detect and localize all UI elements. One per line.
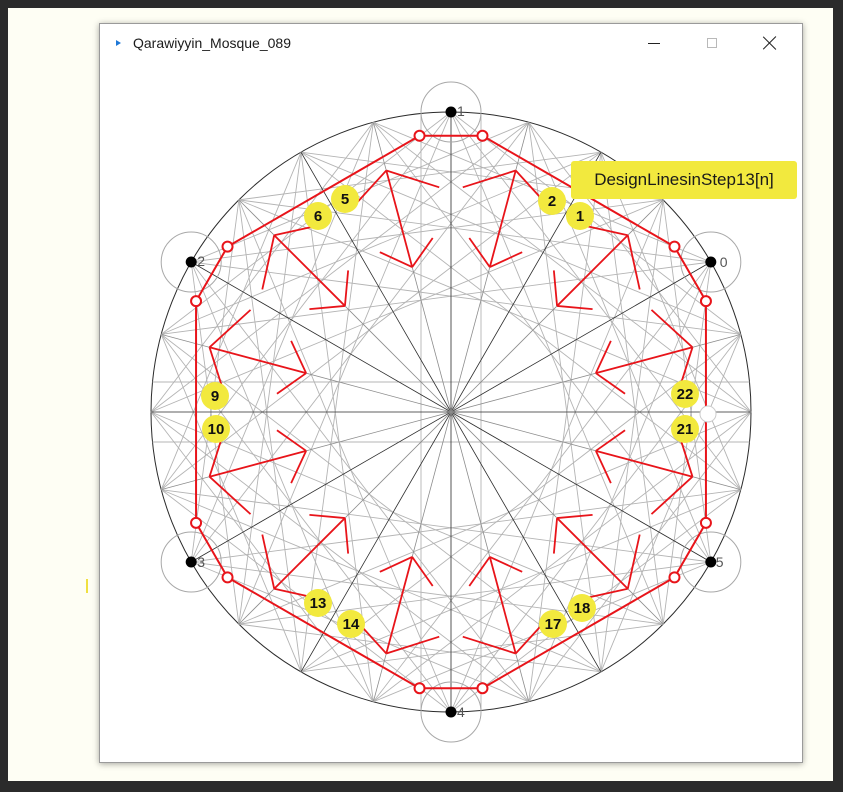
design-stroke: [309, 305, 346, 311]
design-stroke: [556, 517, 629, 590]
vertex-label: 4: [457, 704, 465, 720]
vertex-dot: [185, 256, 197, 268]
vertex-label: 2: [197, 253, 205, 269]
construction-line: [160, 334, 302, 672]
construction-line: [161, 489, 711, 563]
construction-line: [662, 261, 712, 625]
vertex-dot: [185, 556, 197, 568]
design-node: [221, 571, 234, 584]
pattern-canvas[interactable]: 0 1 2 3 4 5 1 2 5 6 9 10 13 14 17 18 21 22: [100, 24, 802, 762]
vertex-label: 1: [457, 103, 465, 119]
design-stroke: [468, 556, 491, 587]
design-stroke: [556, 513, 593, 519]
design-node: [668, 571, 681, 584]
design-stroke: [556, 305, 593, 311]
design-stroke: [595, 429, 626, 452]
construction-line: [600, 152, 742, 490]
callout-label: 22: [677, 386, 694, 403]
design-node: [413, 682, 426, 695]
design-stroke: [344, 517, 350, 554]
design-stroke: [595, 449, 693, 478]
callout-label: 14: [343, 616, 360, 633]
design-stroke: [552, 270, 558, 307]
design-node: [476, 682, 489, 695]
callout-label: 5: [341, 191, 349, 208]
design-node: [413, 129, 426, 142]
callout-label: 10: [208, 421, 225, 438]
design-node: [476, 129, 489, 142]
design-stroke: [488, 170, 517, 268]
design-stroke: [595, 372, 626, 395]
design-stroke: [209, 449, 307, 478]
construction-line: [150, 411, 664, 625]
callout-label: 17: [545, 616, 562, 633]
construction-line: [191, 121, 529, 263]
vertex-dot: [705, 556, 717, 568]
construction-line: [238, 199, 752, 413]
tooltip: DesignLinesinStep13[n]: [571, 161, 797, 199]
callout-label: 13: [310, 595, 327, 612]
design-stroke: [650, 309, 694, 348]
construction-line: [150, 199, 664, 413]
callout-label: 21: [677, 421, 694, 438]
design-stroke: [385, 556, 414, 654]
construction-line: [600, 334, 742, 672]
construction-line: [191, 261, 741, 335]
design-stroke: [273, 517, 346, 590]
callout-label: 6: [314, 208, 322, 225]
design-stroke: [556, 234, 629, 307]
stray-marker: [86, 579, 88, 593]
design-stroke: [209, 346, 307, 375]
design-stroke: [344, 270, 350, 307]
design-stroke: [309, 513, 346, 519]
design-stroke: [208, 476, 252, 515]
vertex-dot: [445, 706, 457, 718]
callout-label: 18: [574, 600, 591, 617]
design-node: [221, 240, 234, 253]
design-stroke: [650, 476, 694, 515]
vertex-label: 5: [716, 554, 724, 570]
design-node: [699, 295, 712, 308]
vertex-label: 0: [720, 254, 728, 270]
design-stroke: [411, 237, 434, 268]
design-stroke: [385, 170, 414, 268]
design-node: [699, 516, 712, 529]
design-node: [190, 516, 203, 529]
design-stroke: [411, 556, 434, 587]
design-node: [668, 240, 681, 253]
construction-line: [191, 489, 741, 563]
design-stroke: [208, 309, 252, 348]
design-stroke: [595, 346, 693, 375]
design-stroke: [488, 556, 517, 654]
white-node: [699, 405, 717, 423]
design-stroke: [276, 372, 307, 395]
callout-label: 1: [576, 208, 584, 225]
callout-label: 9: [211, 388, 219, 405]
callout-label: 2: [548, 193, 556, 210]
design-stroke: [468, 237, 491, 268]
vertex-dot: [705, 256, 717, 268]
design-stroke: [276, 429, 307, 452]
vertex-label: 3: [197, 554, 205, 570]
design-stroke: [273, 234, 346, 307]
design-node: [190, 295, 203, 308]
vertex-dot: [445, 106, 457, 118]
construction-line: [161, 261, 711, 335]
construction-line: [160, 152, 302, 490]
design-stroke: [552, 517, 558, 554]
plot-window: Qarawiyyin_Mosque_089 0 1 2 3 4 5 1 2 5 6 9 10 13 14 1…: [99, 23, 803, 763]
